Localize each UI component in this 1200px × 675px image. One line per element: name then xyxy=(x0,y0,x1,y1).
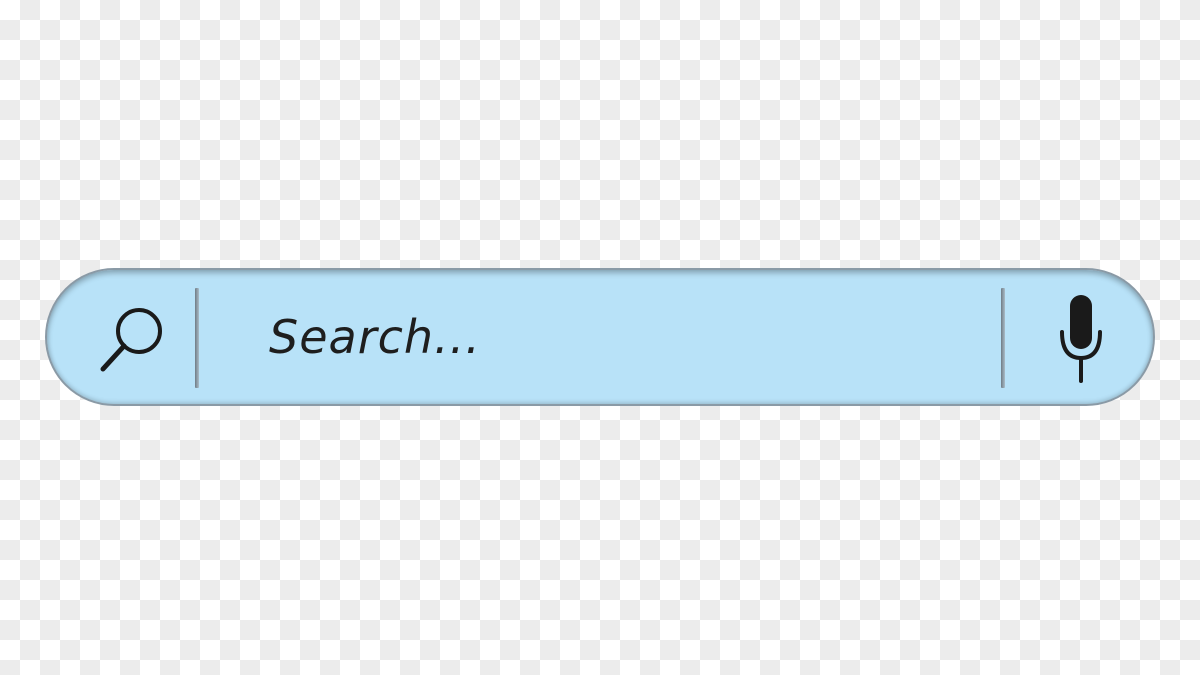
search-icon xyxy=(100,308,162,372)
search-input[interactable] xyxy=(257,302,977,372)
left-divider xyxy=(195,288,199,388)
right-divider xyxy=(1001,288,1005,388)
microphone-icon-capsule xyxy=(1070,295,1092,349)
microphone-icon xyxy=(1060,295,1102,383)
search-bar xyxy=(45,268,1155,406)
page: { "search": { "placeholder": "Search..."… xyxy=(0,0,1200,675)
voice-search-button[interactable] xyxy=(1045,292,1117,384)
search-button[interactable] xyxy=(97,300,173,376)
search-icon-handle xyxy=(100,343,127,372)
